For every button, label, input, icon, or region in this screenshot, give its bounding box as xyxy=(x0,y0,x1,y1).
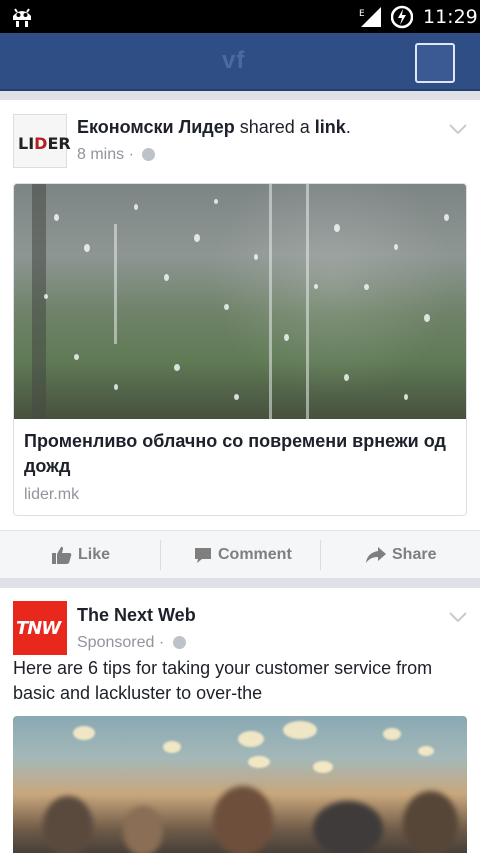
post-header: Економски Лидер shared a link. xyxy=(77,117,351,137)
link-title[interactable]: Променливо облачно со повремени врнежи о… xyxy=(24,429,454,479)
like-label: Like xyxy=(78,546,111,563)
globe-icon xyxy=(172,636,186,650)
signal-icon: E xyxy=(359,7,381,27)
like-icon xyxy=(52,546,72,564)
avatar[interactable]: LIDER xyxy=(13,114,71,168)
chevron-down-icon[interactable] xyxy=(448,122,468,136)
comment-label: Comment xyxy=(218,546,292,563)
post-object-link[interactable]: link xyxy=(315,117,346,137)
feed-post: LIDER Економски Лидер shared a link. 8 m… xyxy=(0,100,480,578)
comment-button[interactable]: Comment xyxy=(194,531,292,579)
menu-button[interactable] xyxy=(415,43,455,83)
tnw-logo: TNW xyxy=(16,618,61,639)
share-button[interactable]: Share xyxy=(366,531,436,579)
lider-logo: LIDER xyxy=(18,134,71,153)
post-meta: 8 mins · xyxy=(77,146,156,164)
like-button[interactable]: Like xyxy=(52,531,110,579)
post-image[interactable] xyxy=(13,716,467,853)
comment-icon xyxy=(195,547,211,563)
feed-post: The Next Web Sponsored · Here are 6 tips… xyxy=(0,588,480,853)
status-clock: 11:29 xyxy=(423,6,478,28)
share-label: Share xyxy=(392,546,437,563)
globe-icon xyxy=(142,148,156,162)
post-author[interactable]: Економски Лидер xyxy=(77,117,235,137)
post-actions: Like Comment Share xyxy=(0,530,480,578)
post-action-text: shared a xyxy=(239,117,310,137)
link-image xyxy=(14,184,466,419)
status-bar: E 11:29 xyxy=(0,0,480,33)
post-text: Here are 6 tips for taking your customer… xyxy=(13,658,433,703)
link-preview[interactable]: Променливо облачно со повремени врнежи о… xyxy=(13,183,467,516)
news-feed: LIDER Економски Лидер shared a link. 8 m… xyxy=(0,100,480,853)
post-sponsored: Sponsored xyxy=(77,634,155,651)
post-time[interactable]: 8 mins xyxy=(77,146,124,163)
chevron-down-icon[interactable] xyxy=(448,610,468,624)
post-header: The Next Web xyxy=(77,605,196,626)
android-icon xyxy=(13,8,31,27)
avatar[interactable]: TNW xyxy=(13,601,67,655)
link-domain: lider.mk xyxy=(24,486,80,503)
share-icon xyxy=(366,547,386,563)
app-logo: vf xyxy=(222,47,246,74)
app-bar: vf xyxy=(0,33,480,91)
svg-text:E: E xyxy=(359,9,365,19)
post-meta: Sponsored · xyxy=(77,634,186,652)
post-author[interactable]: The Next Web xyxy=(77,605,196,625)
battery-charging-icon xyxy=(391,5,413,29)
